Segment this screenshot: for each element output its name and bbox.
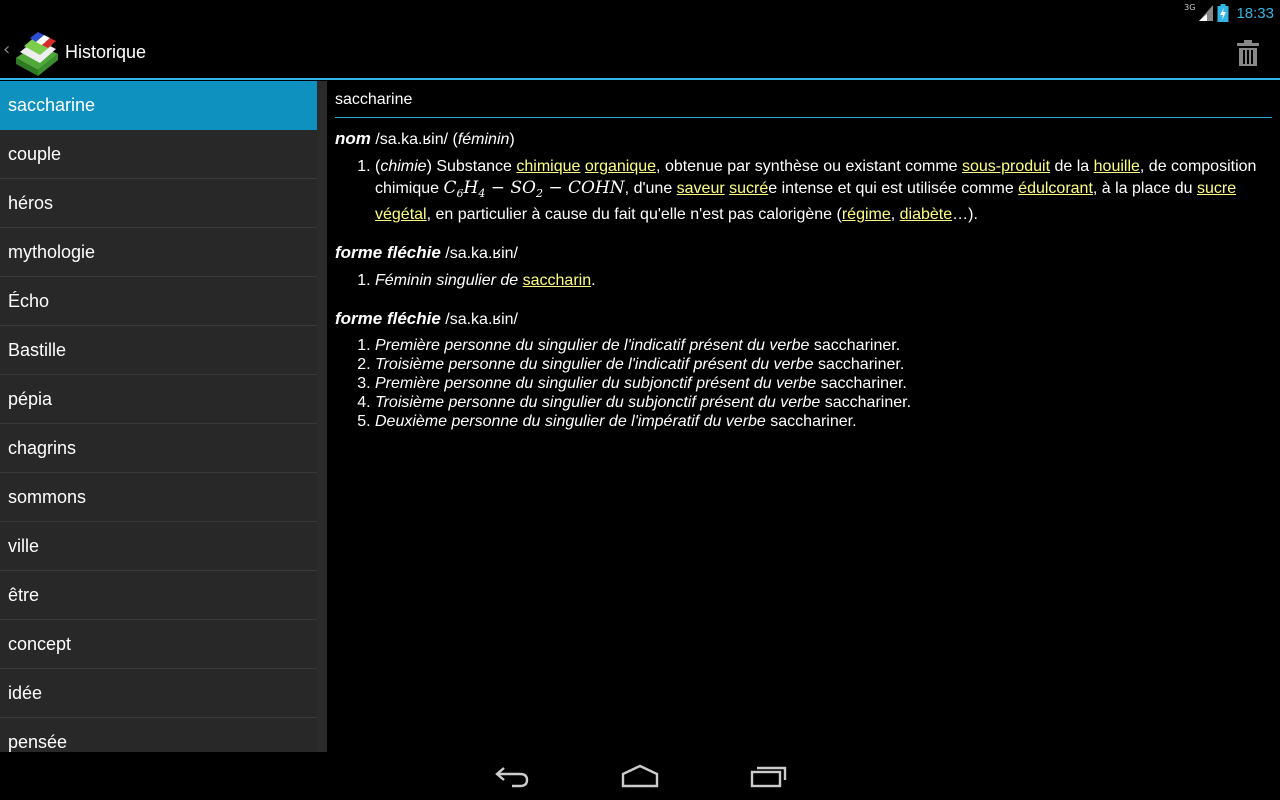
word-link[interactable]: organique [585, 158, 656, 175]
word-link[interactable]: sous-produit [962, 158, 1050, 175]
list-item[interactable]: être [0, 571, 317, 620]
status-bar: 3G 18:33 [0, 0, 1280, 26]
list-item[interactable]: pépia [0, 375, 317, 424]
sense-header: nom /sa.ka.ʁin/ (féminin) [335, 128, 1272, 151]
recent-apps-icon[interactable] [750, 764, 788, 788]
list-item[interactable]: Écho [0, 277, 317, 326]
def-text: …). [952, 206, 978, 223]
def-text: Première personne du singulier du subjon… [375, 375, 817, 392]
list-item[interactable]: héros [0, 179, 317, 228]
definition-item: Première personne du singulier de l'indi… [375, 336, 1272, 355]
pronunciation: /sa.ka.ʁin/ [445, 244, 518, 262]
signal-icon [1199, 5, 1214, 21]
list-item[interactable]: sommons [0, 473, 317, 522]
def-word: sacchariner. [765, 413, 857, 430]
part-of-speech: nom [335, 128, 371, 148]
back-icon[interactable] [494, 764, 530, 788]
formula-sub: 2 [535, 186, 543, 200]
definition-item: Troisième personne du singulier du subjo… [375, 393, 1272, 412]
list-item[interactable]: concept [0, 620, 317, 669]
def-word: sacchariner. [813, 356, 905, 373]
def-text: Deuxième personne du singulier de l'impé… [375, 413, 766, 430]
up-caret-icon[interactable]: ‹ [3, 39, 10, 60]
paren: ) [509, 130, 515, 148]
list-item[interactable]: mythologie [0, 228, 317, 277]
pronunciation: /sa.ka.ʁin/ [375, 130, 449, 148]
def-text: Première personne du singulier de l'indi… [375, 337, 810, 354]
def-text: e intense et qui est utilisée comme [768, 179, 1019, 197]
list-item[interactable]: saccharine [0, 81, 317, 130]
def-text: Troisième personne du singulier du subjo… [375, 394, 821, 411]
def-text: , obtenue par synthèse ou existant comme [656, 158, 962, 175]
list-item[interactable]: couple [0, 130, 317, 179]
def-text: Féminin singulier de [375, 272, 523, 289]
formula-part: H [463, 177, 479, 198]
word-link[interactable]: saccharin [523, 272, 591, 289]
def-text: de la [1050, 158, 1094, 175]
def-text: , en particulier à cause du fait qu'elle… [426, 206, 842, 223]
history-list[interactable]: saccharine couple héros mythologie Écho … [0, 81, 317, 752]
formula-sub: 6 [456, 186, 464, 200]
definition-list: Féminin singulier de saccharin. [375, 270, 1272, 292]
list-item[interactable]: ville [0, 522, 317, 571]
sense-header: forme fléchie /sa.ka.ʁin/ [335, 308, 1272, 331]
word-link[interactable]: chimique [516, 158, 580, 175]
definition-headword: saccharine [335, 89, 1272, 118]
status-icons: 3G 18:33 [1184, 0, 1274, 26]
list-item[interactable]: idée [0, 669, 317, 718]
definition-panel: saccharine nom /sa.ka.ʁin/ (féminin) (ch… [327, 81, 1280, 752]
word-link[interactable]: édulcorant [1018, 180, 1093, 197]
navigation-bar [0, 752, 1280, 800]
pronunciation: /sa.ka.ʁin/ [445, 310, 518, 328]
definition-item: Féminin singulier de saccharin. [375, 270, 1272, 292]
clock: 18:33 [1236, 4, 1274, 22]
list-item[interactable]: pensée [0, 718, 317, 752]
def-text: Substance [431, 158, 517, 175]
definition-list: Première personne du singulier de l'indi… [375, 336, 1272, 431]
definition-item: (chimie) Substance chimique organique, o… [375, 156, 1272, 226]
pane-divider[interactable] [317, 81, 327, 752]
dictionary-book-icon[interactable] [14, 32, 60, 76]
formula-part: C [443, 177, 457, 198]
word-link[interactable]: sucré [729, 180, 768, 197]
gender: féminin [457, 130, 510, 148]
chemical-formula: C6H4 − SO2 − COHN [443, 177, 625, 200]
def-text: Troisième personne du singulier de l'ind… [375, 356, 814, 373]
word-link[interactable]: diabète [900, 206, 953, 223]
list-item[interactable]: Bastille [0, 326, 317, 375]
definition-item: Troisième personne du singulier de l'ind… [375, 355, 1272, 374]
action-bar: ‹ Historique [0, 26, 1280, 80]
def-word: sacchariner. [809, 337, 901, 354]
page-title: Historique [65, 42, 147, 62]
sense-header: forme fléchie /sa.ka.ʁin/ [335, 242, 1272, 265]
formula-part: − COHN [542, 177, 625, 198]
word-link[interactable]: saveur [677, 180, 725, 197]
def-text: , d'une [624, 179, 677, 197]
list-item[interactable]: chagrins [0, 424, 317, 473]
def-word: sacchariner. [820, 394, 912, 411]
network-label: 3G [1184, 2, 1196, 12]
def-text: , à la place du [1092, 179, 1197, 197]
definition-item: Deuxième personne du singulier de l'impé… [375, 412, 1272, 431]
formula-part: − SO [485, 177, 536, 198]
word-link[interactable]: régime [842, 206, 891, 223]
battery-charging-icon [1217, 4, 1229, 22]
home-icon[interactable] [620, 764, 660, 788]
domain-label: chimie [380, 158, 427, 175]
trash-icon[interactable] [1236, 40, 1260, 66]
word-link[interactable]: houille [1094, 158, 1140, 175]
part-of-speech: forme fléchie [335, 308, 441, 328]
definition-list: (chimie) Substance chimique organique, o… [375, 156, 1272, 226]
def-word: sacchariner. [816, 375, 907, 392]
definition-item: Première personne du singulier du subjon… [375, 374, 1272, 393]
part-of-speech: forme fléchie [335, 242, 441, 262]
